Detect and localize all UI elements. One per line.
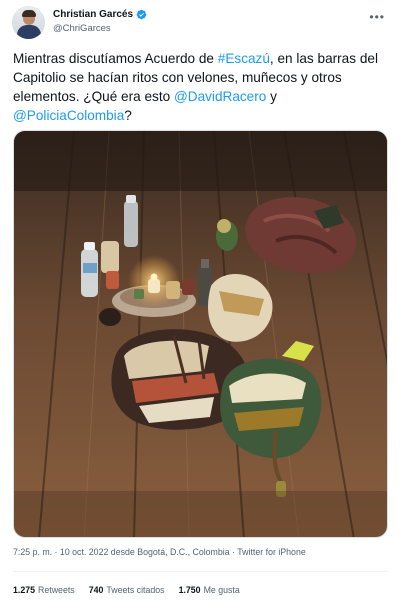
avatar[interactable] bbox=[12, 6, 45, 39]
tweet-metadata[interactable]: 7:25 p. m. · 10 oct. 2022 desde Bogotá, … bbox=[13, 547, 306, 557]
quotes-label: Tweets citados bbox=[106, 585, 165, 595]
author-name[interactable]: Christian Garcés bbox=[53, 9, 133, 20]
divider bbox=[13, 571, 388, 572]
tweet-text: Mientras discutíamos Acuerdo de #Escazú,… bbox=[13, 49, 388, 125]
mention-link-policiacolombia[interactable]: @PoliciaColombia bbox=[13, 108, 124, 123]
author-handle[interactable]: @ChriGarces bbox=[53, 23, 111, 34]
likes-stat[interactable]: 1.750 Me gusta bbox=[179, 585, 240, 595]
ritual-photo-illustration bbox=[14, 131, 387, 537]
text-segment: Mientras discutíamos Acuerdo de bbox=[13, 51, 218, 66]
retweets-stat[interactable]: 1.275 Retweets bbox=[13, 585, 75, 595]
likes-count: 1.750 bbox=[178, 585, 201, 595]
text-segment: ? bbox=[124, 108, 132, 123]
more-options-icon[interactable]: ••• bbox=[369, 10, 385, 24]
mention-link-davidracero[interactable]: @DavidRacero bbox=[174, 89, 266, 104]
author-name-row[interactable]: Christian Garcés bbox=[53, 9, 147, 20]
tweet-header: Christian Garcés @ChriGarces ••• bbox=[12, 6, 387, 40]
retweets-label: Retweets bbox=[38, 585, 75, 595]
text-segment: y bbox=[266, 89, 277, 104]
likes-label: Me gusta bbox=[203, 585, 240, 595]
verified-badge-icon bbox=[136, 9, 147, 20]
tweet-stats: 1.275 Retweets 740 Tweets citados 1.750 Me … bbox=[13, 585, 240, 595]
tweet-media-photo[interactable] bbox=[13, 130, 388, 538]
quotes-count: 740 bbox=[88, 585, 104, 595]
hashtag-link[interactable]: #Escazú bbox=[218, 51, 270, 66]
quotes-stat[interactable]: 740 Tweets citados bbox=[89, 585, 165, 595]
retweets-count: 1.275 bbox=[13, 585, 36, 595]
